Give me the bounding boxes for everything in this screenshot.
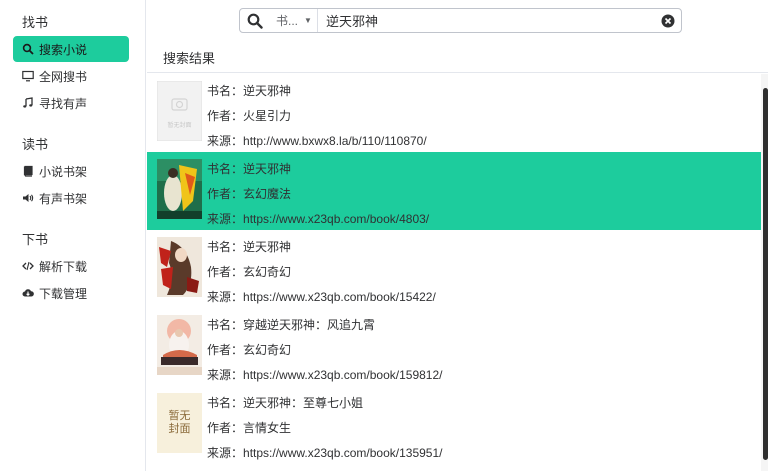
book-source: http://www.bxwx8.la/b/110/110870/ [243, 134, 427, 148]
book-author: 玄幻奇幻 [243, 265, 292, 279]
section-title-find: 找书 [22, 15, 49, 30]
caret-down-icon: ▼ [304, 16, 312, 25]
scrollbar-thumb[interactable] [763, 88, 768, 460]
book-cover [157, 159, 202, 219]
name-key: 书名： [207, 240, 244, 254]
book-name: 逆天邪神 [243, 162, 292, 176]
cover-text: 暂无封面 [167, 123, 192, 129]
book-cover [157, 237, 202, 297]
book-author: 玄幻魔法 [243, 187, 292, 201]
book-name: 逆天邪神：至尊七小姐 [243, 396, 364, 410]
music-note-icon [21, 96, 35, 110]
author-key: 作者： [207, 265, 244, 279]
book-name: 穿越逆天邪神：风追九霄 [243, 318, 376, 332]
author-key: 作者： [207, 109, 244, 123]
list-item[interactable]: 暂无封面 书名：逆天邪神 作者：火星引力 来源：http://www.bxwx8… [147, 74, 761, 152]
code-icon [21, 259, 35, 273]
search-icon [21, 42, 35, 56]
section-title-read: 读书 [22, 137, 49, 152]
author-key: 作者： [207, 343, 244, 357]
book-source: https://www.x23qb.com/book/15422/ [243, 290, 436, 304]
sidebar-item-novel-shelf[interactable]: 小说书架 [13, 158, 129, 184]
sidebar-item-label: 有声书架 [39, 191, 88, 206]
divider [147, 72, 768, 73]
sidebar-item-search-novel[interactable]: 搜索小说 [13, 36, 129, 62]
book-icon [21, 164, 35, 178]
speaker-icon [21, 191, 35, 205]
book-source: https://www.x23qb.com/book/135951/ [243, 446, 443, 460]
source-key: 来源： [207, 446, 244, 460]
book-name: 逆天邪神 [243, 84, 292, 98]
sidebar-item-label: 解析下载 [39, 259, 88, 274]
sidebar-item-label: 小说书架 [39, 164, 88, 179]
sidebar-item-label: 下载管理 [39, 286, 88, 301]
sidebar-item-label: 全网搜书 [39, 69, 88, 84]
author-key: 作者： [207, 421, 244, 435]
section-title-download: 下书 [22, 232, 49, 247]
source-key: 来源： [207, 368, 244, 382]
clear-icon[interactable] [655, 9, 681, 32]
search-type-select[interactable]: 书... ▼ [270, 9, 318, 32]
source-key: 来源： [207, 134, 244, 148]
author-key: 作者： [207, 187, 244, 201]
list-item[interactable]: 书名：逆天邪神 作者：玄幻魔法 来源：https://www.x23qb.com… [147, 152, 761, 230]
book-author: 言情女生 [243, 421, 292, 435]
list-item[interactable]: 暂无封面 书名：逆天邪神：至尊七小姐 作者：言情女生 来源：https://ww… [147, 386, 761, 464]
source-key: 来源： [207, 212, 244, 226]
source-key: 来源： [207, 290, 244, 304]
book-source: https://www.x23qb.com/book/4803/ [243, 212, 430, 226]
sidebar-item-web-search[interactable]: 全网搜书 [13, 63, 129, 89]
book-author: 玄幻奇幻 [243, 343, 292, 357]
cloud-download-icon [21, 286, 35, 300]
name-key: 书名： [207, 84, 244, 98]
book-source: https://www.x23qb.com/book/159812/ [243, 368, 443, 382]
sidebar: 找书 搜索小说 全网搜书 寻找有声 读书 小说书架 有声书架 下书 解析下载 下… [0, 0, 146, 471]
monitor-icon [21, 69, 35, 83]
book-cover [157, 315, 202, 375]
sidebar-item-label: 寻找有声 [39, 96, 88, 111]
cover-text: 暂无封面 [168, 410, 191, 435]
list-item[interactable]: 书名：穿越逆天邪神：风追九霄 作者：玄幻奇幻 来源：https://www.x2… [147, 308, 761, 386]
results-list: 暂无封面 书名：逆天邪神 作者：火星引力 来源：http://www.bxwx8… [147, 74, 761, 471]
list-item[interactable]: 书名：逆天邪神 作者：玄幻奇幻 来源：https://www.x23qb.com… [147, 230, 761, 308]
sidebar-item-audio-shelf[interactable]: 有声书架 [13, 185, 129, 211]
name-key: 书名： [207, 318, 244, 332]
book-name: 逆天邪神 [243, 240, 292, 254]
name-key: 书名： [207, 162, 244, 176]
search-icon[interactable] [240, 9, 270, 32]
name-key: 书名： [207, 396, 244, 410]
results-title: 搜索结果 [163, 51, 216, 66]
book-author: 火星引力 [243, 109, 292, 123]
sidebar-item-label: 搜索小说 [39, 42, 88, 57]
search-bar: 书... ▼ [239, 8, 682, 33]
sidebar-item-parse-download[interactable]: 解析下载 [13, 253, 129, 279]
sidebar-item-download-manager[interactable]: 下载管理 [13, 280, 129, 306]
search-input[interactable] [318, 10, 655, 31]
search-type-value: 书... [276, 14, 299, 28]
sidebar-item-find-audio[interactable]: 寻找有声 [13, 90, 129, 116]
